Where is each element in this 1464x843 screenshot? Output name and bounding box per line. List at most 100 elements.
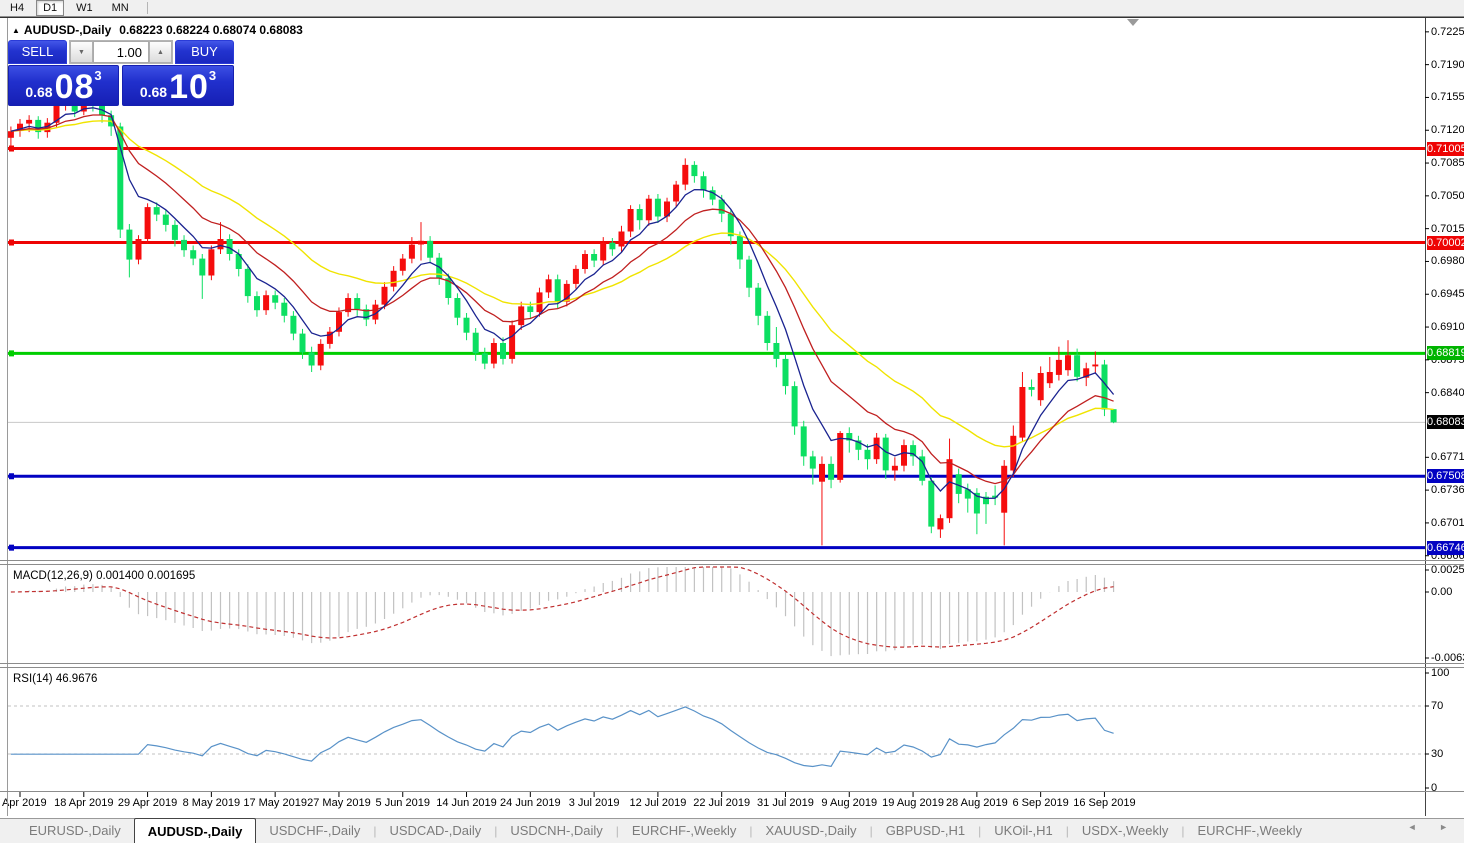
candle-body — [400, 259, 406, 271]
sell-price-display[interactable]: 0.68 08 3 — [8, 65, 119, 106]
candle-body — [673, 185, 679, 202]
candle-body — [746, 260, 752, 288]
volume-field[interactable]: 1.00 — [93, 41, 149, 63]
toolbar-separator — [147, 2, 148, 14]
candle-body — [26, 120, 32, 124]
chart-tab-usdx-weekly[interactable]: USDX-,Weekly — [1069, 819, 1181, 843]
timeframe-button-w1[interactable]: W1 — [69, 0, 100, 16]
candle-body — [500, 343, 506, 359]
candle-body — [701, 176, 707, 190]
tab-scroll-left-icon[interactable]: ◄ — [1408, 822, 1427, 832]
candle-body — [1102, 365, 1108, 410]
candle-body — [928, 481, 934, 527]
sell-button[interactable]: SELL — [8, 40, 67, 64]
chart-canvas[interactable] — [0, 0, 1464, 843]
candle-body — [810, 456, 816, 468]
candle-body — [819, 464, 825, 482]
volume-down-icon[interactable]: ▼ — [70, 41, 93, 63]
resistance-line-2-anchor[interactable] — [9, 240, 14, 246]
candle-body — [947, 459, 953, 518]
chart-tab-usdchf-daily[interactable]: USDCHF-,Daily — [256, 819, 373, 843]
candle-body — [1019, 387, 1025, 438]
timeframe-button-h4[interactable]: H4 — [3, 0, 31, 16]
buy-button[interactable]: BUY — [175, 40, 234, 64]
candle-body — [773, 343, 779, 359]
chart-tab-bar: EURUSD-,DailyAUDUSD-,DailyUSDCHF-,Daily|… — [0, 818, 1464, 843]
candle-body — [181, 240, 187, 250]
volume-up-icon[interactable]: ▲ — [149, 41, 172, 63]
candle-body — [245, 269, 251, 296]
ma-slow-line — [11, 121, 1114, 447]
tab-scroll-arrows: ◄ ► — [1408, 822, 1458, 832]
candle-body — [145, 207, 151, 239]
candle-body — [354, 298, 360, 309]
buy-price-pips: 10 — [169, 72, 209, 102]
candle-body — [1111, 409, 1117, 422]
candle-body — [801, 426, 807, 456]
candle-body — [764, 316, 770, 343]
candle-body — [8, 131, 14, 138]
timeframe-button-mn[interactable]: MN — [105, 0, 136, 16]
resistance-line-1-anchor[interactable] — [9, 146, 14, 152]
candle-body — [418, 241, 424, 245]
mid-green-line-anchor[interactable] — [9, 350, 14, 356]
candle-body — [783, 359, 789, 386]
timeframe-button-d1[interactable]: D1 — [36, 0, 64, 16]
candle-body — [637, 209, 643, 220]
candle-body — [464, 318, 470, 333]
chart-tab-eurusd-daily[interactable]: EURUSD-,Daily — [16, 819, 134, 843]
candle-body — [1092, 365, 1098, 367]
timeframe-toolbar: H4 D1 W1 MN — [0, 0, 1464, 17]
candle-body — [1029, 387, 1035, 390]
chart-tab-gbpusd-h1[interactable]: GBPUSD-,H1 — [873, 819, 978, 843]
tab-scroll-right-icon[interactable]: ► — [1439, 822, 1458, 832]
candle-body — [1074, 355, 1080, 377]
candle-body — [591, 254, 597, 261]
chart-tab-eurchf-weekly[interactable]: EURCHF-,Weekly — [1185, 819, 1316, 843]
candle-body — [555, 279, 561, 302]
ma-medium-line — [11, 115, 1114, 484]
candle-body — [937, 518, 943, 529]
support-line-2-anchor[interactable] — [9, 545, 14, 551]
candle-body — [518, 306, 524, 325]
chart-tab-eurchf-weekly[interactable]: EURCHF-,Weekly — [619, 819, 750, 843]
candle-body — [318, 344, 324, 366]
candle-body — [582, 254, 588, 269]
candle-body — [281, 303, 287, 316]
candle-body — [828, 464, 834, 480]
candle-body — [537, 292, 543, 312]
candle-body — [901, 445, 907, 466]
mt4-window: H4D1W1MN ▲AUDUSD-,Daily0.68223 0.68224 0… — [0, 0, 1464, 843]
candle-body — [691, 165, 697, 176]
candle-body — [154, 207, 160, 215]
symbol-period-label: AUDUSD-,Daily — [24, 23, 111, 37]
candle-body — [1038, 373, 1044, 400]
candle-body — [218, 239, 224, 249]
candle-body — [682, 165, 688, 185]
macd-signal-line — [11, 567, 1114, 647]
sell-price-pips: 08 — [55, 72, 95, 102]
candle-body — [619, 232, 625, 247]
chart-tab-audusd-daily[interactable]: AUDUSD-,Daily — [134, 818, 257, 843]
chart-tab-usdcnh-daily[interactable]: USDCNH-,Daily — [497, 819, 615, 843]
buy-price-display[interactable]: 0.68 10 3 — [122, 65, 234, 106]
chart-tab-xauusd-daily[interactable]: XAUUSD-,Daily — [753, 819, 870, 843]
candle-body — [546, 279, 552, 292]
ma-fast-line — [11, 108, 1114, 499]
candle-body — [874, 438, 880, 460]
candle-body — [509, 325, 515, 359]
chart-tab-ukoil-h1[interactable]: UKOil-,H1 — [981, 819, 1066, 843]
candle-body — [454, 298, 460, 318]
chart-tab-usdcad-daily[interactable]: USDCAD-,Daily — [376, 819, 494, 843]
candle-body — [136, 239, 142, 260]
support-line-1-anchor[interactable] — [9, 473, 14, 479]
chart-shift-marker-icon[interactable] — [1127, 19, 1139, 26]
candle-body — [1010, 436, 1016, 471]
candle-body — [573, 269, 579, 284]
candle-body — [628, 209, 634, 232]
candle-body — [1056, 360, 1062, 375]
candle-body — [655, 199, 661, 217]
sell-price-point: 3 — [94, 68, 101, 83]
candle-body — [755, 288, 761, 316]
collapse-panel-icon[interactable]: ▲ — [12, 26, 20, 35]
